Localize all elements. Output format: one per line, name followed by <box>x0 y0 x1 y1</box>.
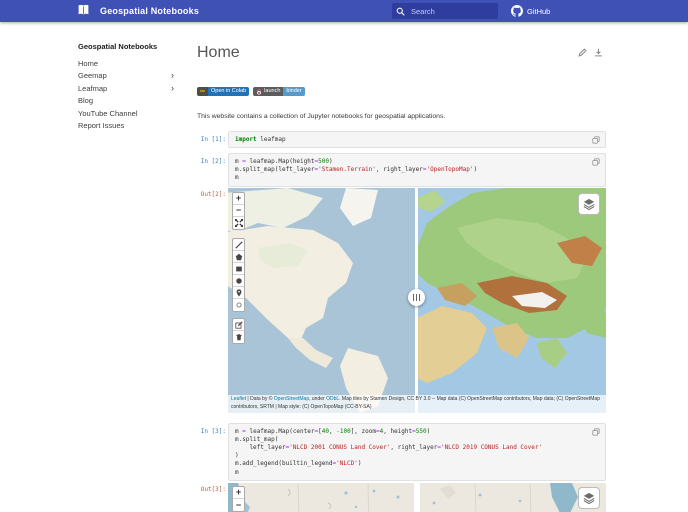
sidebar-site-title[interactable]: Geospatial Notebooks <box>78 42 174 51</box>
map-output-2[interactable]: + − <box>228 483 606 512</box>
map1-zoom-control: + − <box>232 192 245 230</box>
map-attribution: Leaflet | Data by © OpenStreetMap, under… <box>228 395 606 413</box>
sidebar-nav: Home Geemap › Leafmap › Blog YouTube Channel Re… <box>78 57 174 132</box>
github-label: GitHub <box>527 6 551 16</box>
open-in-colab-badge[interactable]: ∞ Open in Colab <box>197 87 250 96</box>
zoom-in-button[interactable]: + <box>233 487 244 499</box>
notebook-cell: In [1]: import leafmap <box>197 131 606 150</box>
code-text: m = leafmap.Map(height=500) m.split_map(l… <box>235 157 478 181</box>
github-link[interactable]: GitHub <box>511 0 550 22</box>
sidebar-item-geemap[interactable]: Geemap › <box>78 70 174 83</box>
cell-prompt-out-2: Out[2]: <box>200 191 226 198</box>
chevron-right-icon[interactable]: › <box>171 83 174 93</box>
sidebar-item-label: Report Issues <box>78 121 125 131</box>
draw-marker-button[interactable] <box>233 287 244 299</box>
cell-prompt-out-3: Out[3]: <box>200 486 226 493</box>
search-icon <box>396 7 405 16</box>
header-title[interactable]: Geospatial Notebooks <box>100 0 199 22</box>
colab-logo-icon: ∞ <box>200 88 205 95</box>
fullscreen-button[interactable] <box>233 217 244 229</box>
draw-polyline-button[interactable] <box>233 239 244 251</box>
site-logo-icon[interactable] <box>77 4 90 17</box>
draw-circle-button[interactable] <box>233 275 244 287</box>
colab-badge-label: Open in Colab <box>208 87 250 96</box>
sidebar-item-youtube-channel[interactable]: YouTube Channel <box>78 107 174 120</box>
intro-text: This website contains a collection of Ju… <box>197 112 446 120</box>
sidebar-item-label: Leafmap <box>78 83 108 93</box>
edit-page-icon[interactable] <box>578 48 587 57</box>
zoom-out-button[interactable]: − <box>233 499 244 511</box>
copy-code-icon[interactable] <box>592 158 600 166</box>
cell-prompt-in-1: In [1]: <box>200 136 226 143</box>
layers-control-icon[interactable] <box>578 193 600 215</box>
sidebar-item-blog[interactable]: Blog <box>78 95 174 108</box>
draw-rectangle-button[interactable] <box>233 263 244 275</box>
split-map-slider-handle[interactable] <box>408 289 425 306</box>
cell-prompt-in-2: In [2]: <box>200 158 226 165</box>
badges-row: ∞ Open in Colab launch binder <box>197 87 305 96</box>
search-input[interactable] <box>409 5 493 17</box>
zoom-in-button[interactable]: + <box>233 193 244 205</box>
code-cell-3[interactable]: m = leafmap.Map(center=[40, -100], zoom=… <box>228 423 606 482</box>
map2-zoom-control: + − <box>232 486 245 512</box>
sidebar-item-label: YouTube Channel <box>78 108 138 118</box>
github-icon <box>511 5 523 17</box>
map1-edit-toolbar <box>232 318 245 344</box>
cell-prompt-in-3: In [3]: <box>200 428 226 435</box>
search-box[interactable] <box>392 3 498 19</box>
sidebar-item-label: Blog <box>78 96 94 106</box>
launch-binder-badge[interactable]: launch binder <box>253 87 305 96</box>
download-page-icon[interactable] <box>594 48 603 57</box>
notebook-cell: In [2]: m = leafmap.Map(height=500) m.spl… <box>197 153 606 188</box>
draw-polygon-button[interactable] <box>233 251 244 263</box>
notebook-cell: In [3]: m = leafmap.Map(center=[40, -100… <box>197 423 606 482</box>
sidebar-item-leafmap[interactable]: Leafmap › <box>78 82 174 95</box>
edit-layers-button[interactable] <box>233 319 244 331</box>
sidebar-item-report-issues[interactable]: Report Issues <box>78 120 174 133</box>
zoom-out-button[interactable]: − <box>233 205 244 217</box>
split-map-divider[interactable] <box>414 483 420 512</box>
sidebar-item-home[interactable]: Home <box>78 57 174 70</box>
binder-logo-icon <box>256 88 262 95</box>
binder-badge-label: binder <box>283 87 305 96</box>
chevron-right-icon[interactable]: › <box>171 71 174 80</box>
app-header: Geospatial Notebooks GitHub <box>0 0 688 22</box>
map1-left-pane-stamen-terrain[interactable]: + − <box>228 188 417 413</box>
map1-draw-toolbar <box>232 238 245 312</box>
copy-code-icon[interactable] <box>592 136 600 144</box>
sidebar-item-label: Home <box>78 58 99 68</box>
binder-launch-label: launch <box>264 88 281 94</box>
sidebar: Geospatial Notebooks Home Geemap › Leafmap ›… <box>78 42 174 132</box>
code-text: m = leafmap.Map(center=[40, -100], zoom=… <box>235 427 543 476</box>
code-text: import leafmap <box>235 135 286 143</box>
map1-right-pane-opentopomap[interactable] <box>417 188 606 413</box>
code-cell-1[interactable]: import leafmap <box>228 131 606 149</box>
delete-layers-button[interactable] <box>233 331 244 343</box>
code-cell-2[interactable]: m = leafmap.Map(height=500) m.split_map(l… <box>228 153 606 187</box>
copy-code-icon[interactable] <box>592 428 600 436</box>
map-output-1[interactable]: + − Leaflet | Data by © OpenStreetMap, u… <box>228 188 606 413</box>
sidebar-item-label: Geemap <box>78 71 107 81</box>
draw-circlemarker-button[interactable] <box>233 299 244 311</box>
map2-left-pane-nlcd-2001[interactable]: + − <box>228 483 414 512</box>
page: Geospatial Notebooks GitHub Geospatial N… <box>0 0 688 512</box>
layers-control-icon[interactable] <box>578 487 600 509</box>
page-title: Home <box>197 44 240 61</box>
